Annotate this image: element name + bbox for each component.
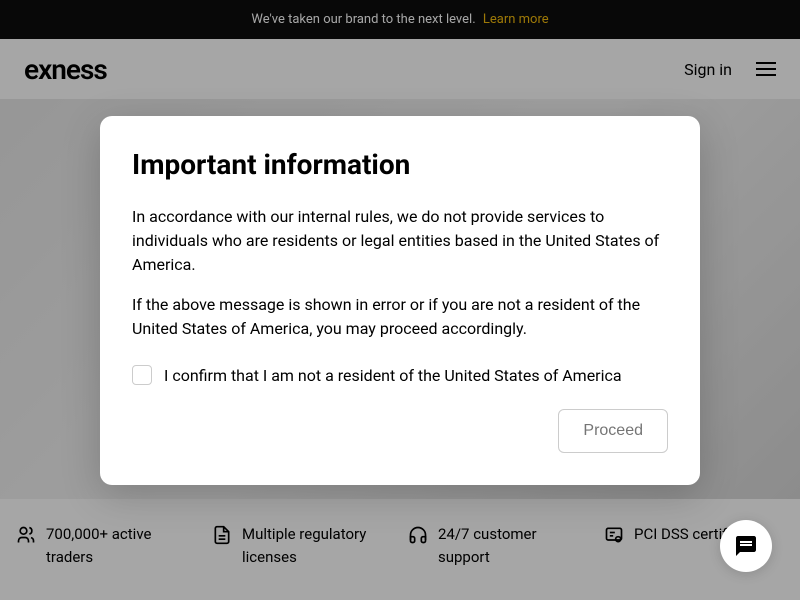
modal-paragraph-2: If the above message is shown in error o… bbox=[132, 293, 668, 341]
proceed-button[interactable]: Proceed bbox=[558, 409, 668, 453]
modal-footer: Proceed bbox=[132, 409, 668, 453]
confirm-checkbox[interactable] bbox=[132, 365, 152, 385]
checkbox-label: I confirm that I am not a resident of th… bbox=[164, 366, 622, 385]
checkbox-row: I confirm that I am not a resident of th… bbox=[132, 365, 668, 385]
chat-widget[interactable] bbox=[720, 520, 772, 572]
modal: Important information In accordance with… bbox=[100, 116, 700, 485]
modal-overlay: Important information In accordance with… bbox=[0, 0, 800, 600]
modal-title: Important information bbox=[132, 148, 668, 181]
modal-paragraph-1: In accordance with our internal rules, w… bbox=[132, 205, 668, 277]
chat-icon bbox=[734, 534, 758, 558]
